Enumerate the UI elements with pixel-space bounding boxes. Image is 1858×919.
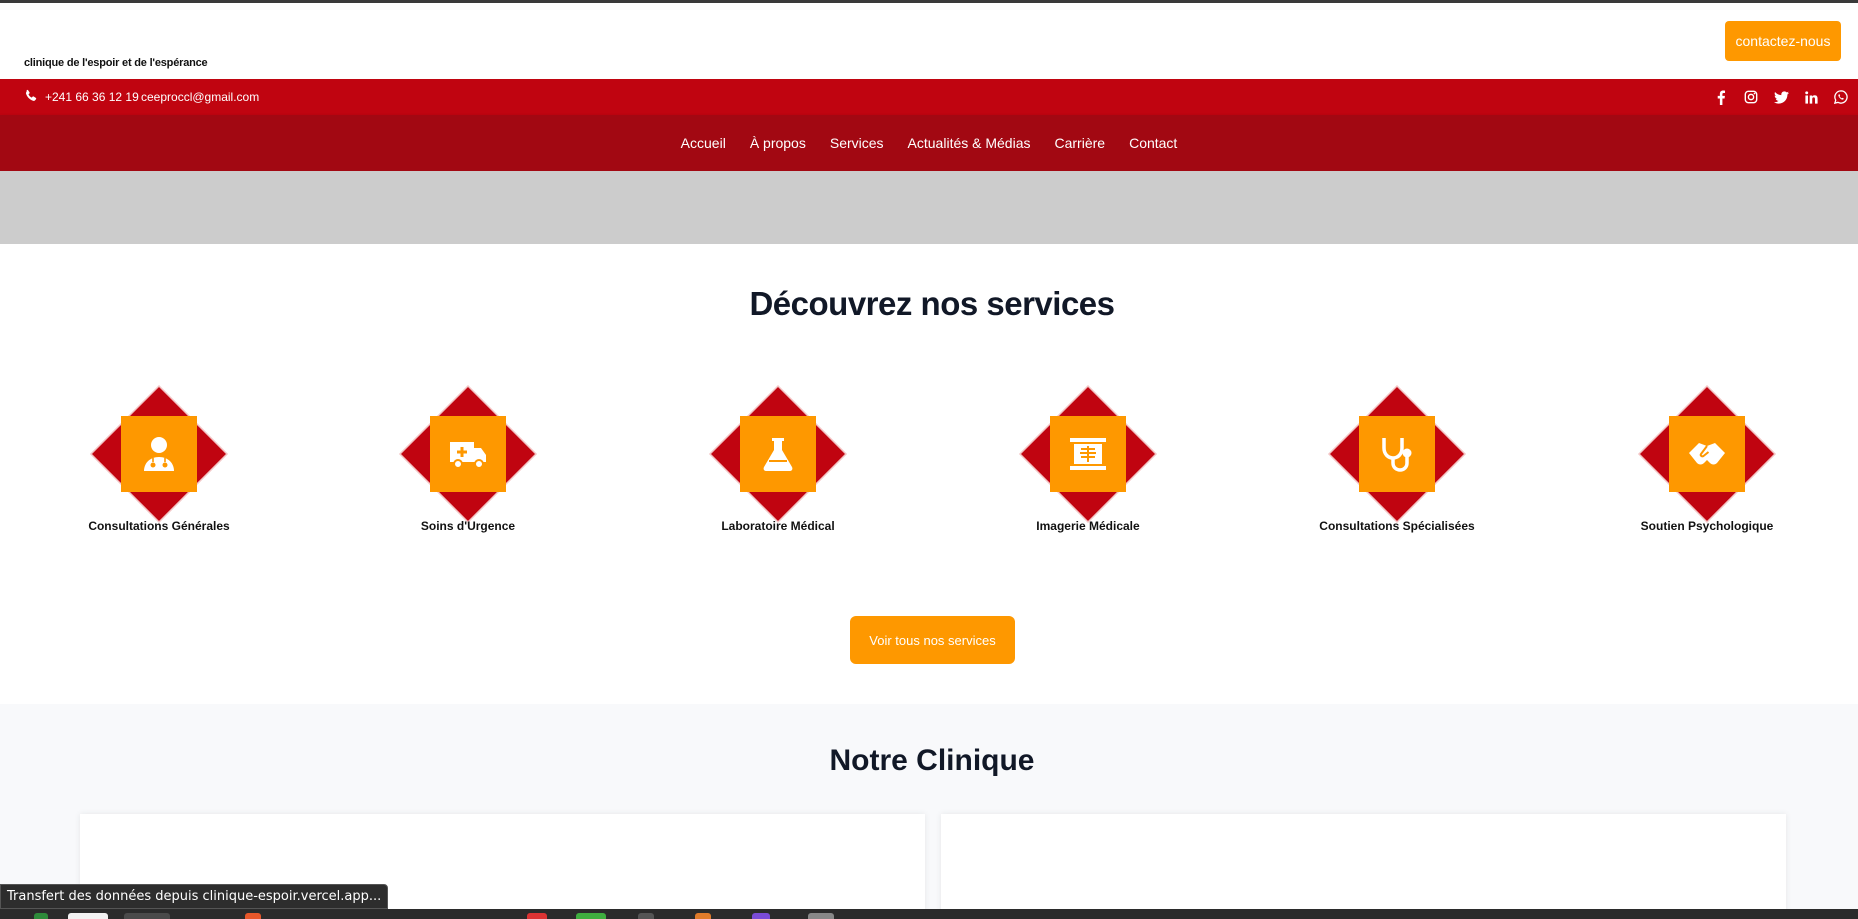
os-taskbar <box>0 909 1858 919</box>
clinic-card-right <box>941 814 1786 919</box>
doctor-icon <box>136 431 182 477</box>
twitter-icon[interactable] <box>1772 88 1790 106</box>
service-label: Consultations Générales <box>88 519 230 533</box>
contact-info-bar: +241 66 36 12 19 ceeproccl@gmail.com <box>0 79 1858 115</box>
linkedin-icon[interactable] <box>1802 88 1820 106</box>
service-label: Imagerie Médicale <box>1036 519 1140 533</box>
taskbar-app-icon[interactable] <box>527 913 547 919</box>
taskbar-app-icon[interactable] <box>752 913 770 919</box>
service-label: Soutien Psychologique <box>1640 519 1774 533</box>
taskbar-app-icon[interactable] <box>124 913 170 919</box>
whatsapp-icon[interactable] <box>1832 88 1850 106</box>
service-label: Consultations Spécialisées <box>1319 519 1475 533</box>
service-consultations-generales[interactable]: Consultations Générales <box>88 384 230 554</box>
browser-status-bar: Transfert des données depuis clinique-es… <box>0 884 389 909</box>
service-soutien-psychologique[interactable]: Soutien Psychologique <box>1637 384 1777 554</box>
hero-banner-placeholder <box>0 171 1858 244</box>
site-header: clinique de l'espoir et de l'espérance c… <box>0 3 1858 79</box>
service-soins-urgence[interactable]: Soins d'Urgence <box>398 384 538 554</box>
view-all-services-button[interactable]: Voir tous nos services <box>850 616 1015 664</box>
stethoscope-icon <box>1374 431 1420 477</box>
social-links <box>1712 88 1850 106</box>
contact-us-button[interactable]: contactez-nous <box>1725 21 1841 61</box>
service-consultations-specialisees[interactable]: Consultations Spécialisées <box>1319 384 1475 554</box>
phone-icon <box>25 89 37 101</box>
instagram-icon[interactable] <box>1742 88 1760 106</box>
nav-accueil[interactable]: Accueil <box>681 135 726 151</box>
service-imagerie-medicale[interactable]: Imagerie Médicale <box>1018 384 1158 554</box>
nav-carriere[interactable]: Carrière <box>1055 135 1106 151</box>
service-label: Soins d'Urgence <box>420 519 516 533</box>
nav-actualites-medias[interactable]: Actualités & Médias <box>908 135 1031 151</box>
flask-icon <box>755 431 801 477</box>
taskbar-app-icon[interactable] <box>34 913 48 919</box>
nav-contact[interactable]: Contact <box>1129 135 1177 151</box>
main-navigation: Accueil À propos Services Actualités & M… <box>0 115 1858 171</box>
email-address[interactable]: ceeproccl@gmail.com <box>141 90 259 104</box>
taskbar-app-icon[interactable] <box>808 913 834 919</box>
nav-a-propos[interactable]: À propos <box>750 135 806 151</box>
x-ray-icon <box>1065 431 1111 477</box>
service-label: Laboratoire Médical <box>721 519 835 533</box>
ambulance-icon <box>445 431 491 477</box>
clinic-section-title: Notre Clinique <box>829 744 1035 777</box>
taskbar-app-icon[interactable] <box>695 913 711 919</box>
services-section-title: Découvrez nos services <box>749 285 1115 322</box>
taskbar-app-icon[interactable] <box>68 913 108 919</box>
facebook-icon[interactable] <box>1712 88 1730 106</box>
nav-services[interactable]: Services <box>830 135 884 151</box>
brand-name[interactable]: clinique de l'espoir et de l'espérance <box>24 57 208 69</box>
service-laboratoire-medical[interactable]: Laboratoire Médical <box>708 384 848 554</box>
handshake-icon <box>1684 431 1730 477</box>
phone-number[interactable]: +241 66 36 12 19 <box>45 90 139 104</box>
taskbar-app-icon[interactable] <box>638 913 654 919</box>
taskbar-app-icon[interactable] <box>576 913 606 919</box>
taskbar-app-icon[interactable] <box>245 913 261 919</box>
